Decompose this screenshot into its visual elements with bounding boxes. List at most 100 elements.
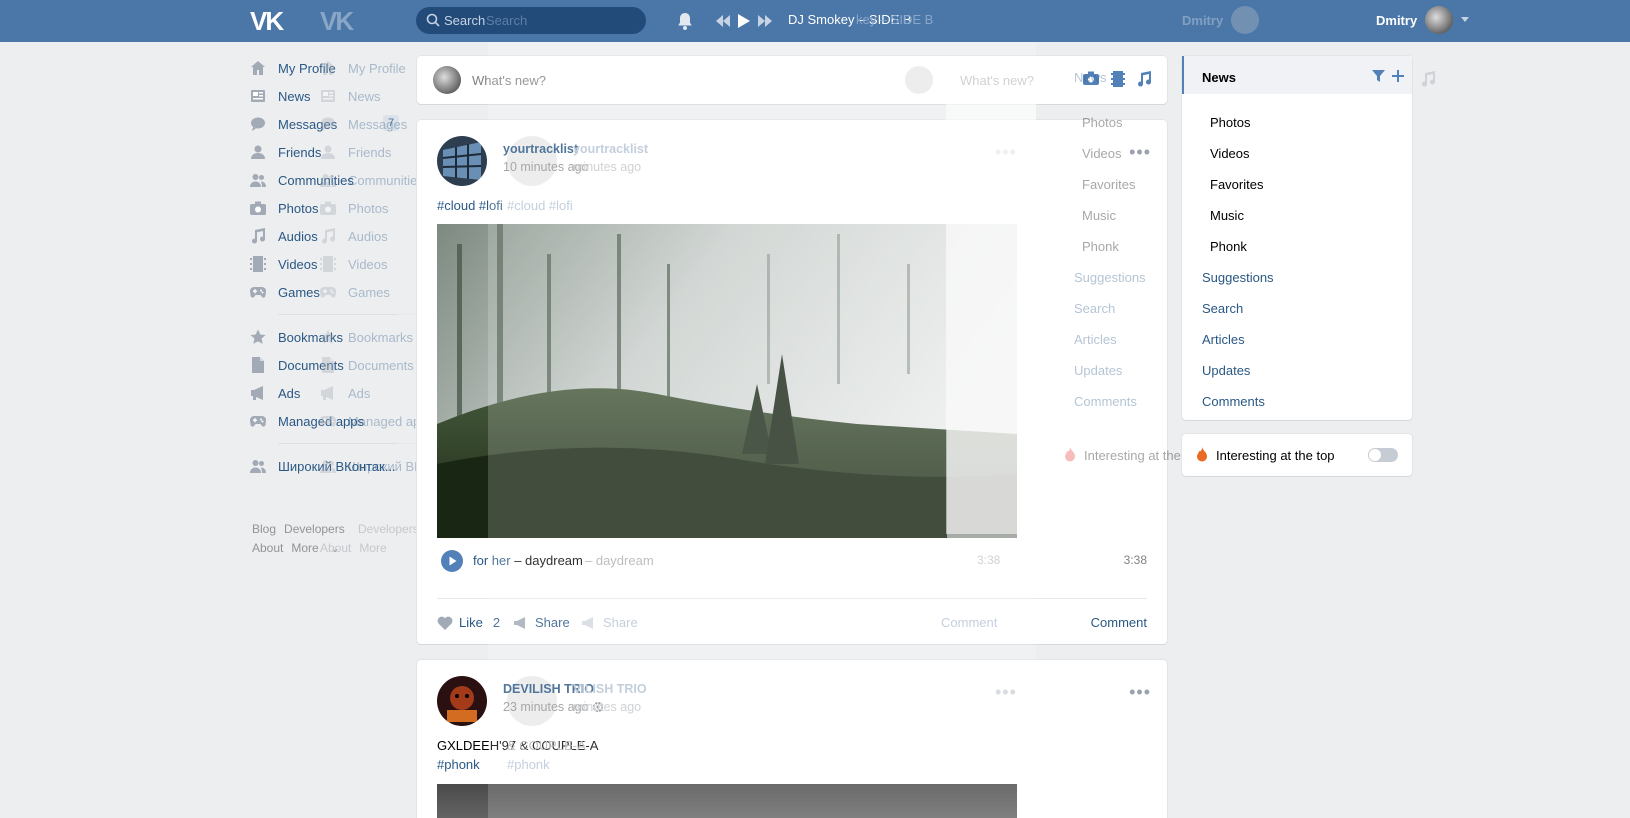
share-button[interactable]: Share <box>513 615 570 630</box>
comment-label: Comment <box>1090 615 1147 630</box>
gamepad-icon <box>320 415 336 427</box>
like-button[interactable]: Like 2 <box>437 615 500 630</box>
video-icon <box>250 256 266 272</box>
chevron-down-icon <box>1461 17 1470 22</box>
fire-icon <box>1197 447 1207 462</box>
more-options-ghost-icon: ••• <box>995 682 1017 702</box>
user-name: Dmitry <box>1376 12 1418 28</box>
communities-icon <box>320 174 336 187</box>
filter-photos[interactable]: Photos <box>1210 115 1250 130</box>
play-icon <box>449 556 457 566</box>
search-box[interactable]: Search <box>416 7 646 34</box>
post-text-ghost: & COUPLE-A <box>507 738 586 753</box>
nav-label: Friends <box>278 144 322 160</box>
home-icon <box>321 61 335 75</box>
filter-search[interactable]: Search <box>1202 301 1243 316</box>
nav-label: Documents <box>348 357 414 373</box>
post-time-ghost: minutes ago <box>573 160 642 174</box>
previous-track-icon[interactable] <box>716 15 730 27</box>
document-icon <box>322 357 334 373</box>
post-hashtags[interactable]: #cloud #lofi <box>437 198 503 213</box>
footer-blog-link[interactable]: Blog <box>252 522 276 536</box>
now-playing-ghost: key – SIDE B <box>856 12 934 27</box>
audio-title-ghost: – daydream <box>585 553 654 568</box>
interesting-toggle[interactable] <box>1368 448 1398 462</box>
nav-label: Games <box>278 284 320 300</box>
filter-ghost-music: Music <box>1082 208 1116 223</box>
more-options-icon[interactable]: ••• <box>1129 682 1151 703</box>
interesting-label: Interesting at the top <box>1216 448 1335 463</box>
post-hashtags[interactable]: #phonk <box>437 757 480 772</box>
post-author-ghost: yourtracklist <box>573 142 649 156</box>
nav-label: Games <box>348 284 390 300</box>
filter-phonk[interactable]: Phonk <box>1210 239 1247 254</box>
camera-icon <box>250 201 266 215</box>
composer-placeholder[interactable]: What's new? <box>472 73 546 88</box>
feed-filters-ghost: News Photos Videos Favorites Music Phonk Sugge… <box>1050 56 1170 420</box>
filter-suggestions[interactable]: Suggestions <box>1202 270 1274 285</box>
audio-play-button[interactable] <box>441 550 463 572</box>
filter-ghost-favorites: Favorites <box>1082 177 1136 192</box>
fire-ghost-icon <box>1065 447 1075 462</box>
like-count: 2 <box>492 615 501 630</box>
search-placeholder-ghost: Search <box>486 13 528 28</box>
share-ghost: Share <box>581 615 638 630</box>
megaphone-icon <box>514 616 525 629</box>
filter-ghost-videos: Videos <box>1082 146 1122 161</box>
video-icon <box>320 256 336 272</box>
comment-ghost-label: Comment <box>941 615 998 630</box>
post-image[interactable] <box>437 784 1017 818</box>
avatar-ghost <box>1231 6 1260 34</box>
footer-more-ghost: More <box>359 541 387 555</box>
post-author-avatar[interactable] <box>437 676 487 726</box>
bell-icon[interactable] <box>676 11 694 31</box>
comment-ghost: Comment <box>941 615 997 630</box>
next-track-icon[interactable] <box>758 15 772 27</box>
footer-about-link[interactable]: About <box>252 541 283 555</box>
feed-post: DEVILISH TRIO VILISH TRIO 23 minutes ago… <box>417 660 1167 818</box>
filter-updates[interactable]: Updates <box>1202 363 1250 378</box>
communities-icon <box>250 174 266 187</box>
vk-logo[interactable]: VK <box>250 6 286 36</box>
gamepad-icon <box>320 286 336 298</box>
share-ghost-label: Share <box>603 615 638 630</box>
friends-icon <box>321 145 335 159</box>
footer-more-label: More <box>291 541 319 555</box>
nav-label: Ads <box>278 385 301 401</box>
footer-about-ghost: About <box>320 541 352 555</box>
filter-news-label: News <box>1202 70 1236 85</box>
nav-label: Videos <box>348 256 388 272</box>
play-icon[interactable] <box>738 14 750 28</box>
nav-label: Messages <box>348 116 408 132</box>
user-menu[interactable]: Dmitry <box>1376 6 1470 34</box>
filter-icon[interactable] <box>1372 70 1385 82</box>
nav-label: My Profile <box>348 60 406 76</box>
filter-favorites[interactable]: Favorites <box>1210 177 1263 192</box>
post-author-avatar[interactable] <box>437 136 487 186</box>
add-icon[interactable] <box>1392 70 1404 82</box>
comment-button[interactable]: Comment <box>1091 615 1147 630</box>
friends-icon <box>251 145 265 159</box>
user-name-ghost: Dmitry <box>1182 12 1224 28</box>
music-icon <box>252 228 266 244</box>
audio-sep: – <box>510 553 526 568</box>
group-icon <box>320 460 336 473</box>
audio-title[interactable]: for her – daydream <box>473 553 583 568</box>
interesting-toggle-ghost: Interesting at the to <box>1050 434 1195 476</box>
post-author[interactable]: yourtracklist <box>503 142 578 156</box>
search-input[interactable] <box>444 11 634 30</box>
filter-comments[interactable]: Comments <box>1202 394 1265 409</box>
nav-label: Communities <box>348 172 424 188</box>
nav-label: Bookmarks <box>348 329 414 345</box>
filter-ghost-photos: Photos <box>1082 115 1123 130</box>
filter-music[interactable]: Music <box>1210 208 1244 223</box>
music-icon <box>1422 71 1435 87</box>
post-image[interactable] <box>437 224 1017 538</box>
user-menu-ghost: Dmitry <box>1182 6 1260 34</box>
filter-videos[interactable]: Videos <box>1210 146 1250 161</box>
post-author-ghost: VILISH TRIO <box>573 682 647 696</box>
search-icon <box>426 13 440 27</box>
post-hashtags-ghost: #phonk <box>507 757 550 772</box>
nav-label: Friends <box>348 144 392 160</box>
filter-articles[interactable]: Articles <box>1202 332 1245 347</box>
